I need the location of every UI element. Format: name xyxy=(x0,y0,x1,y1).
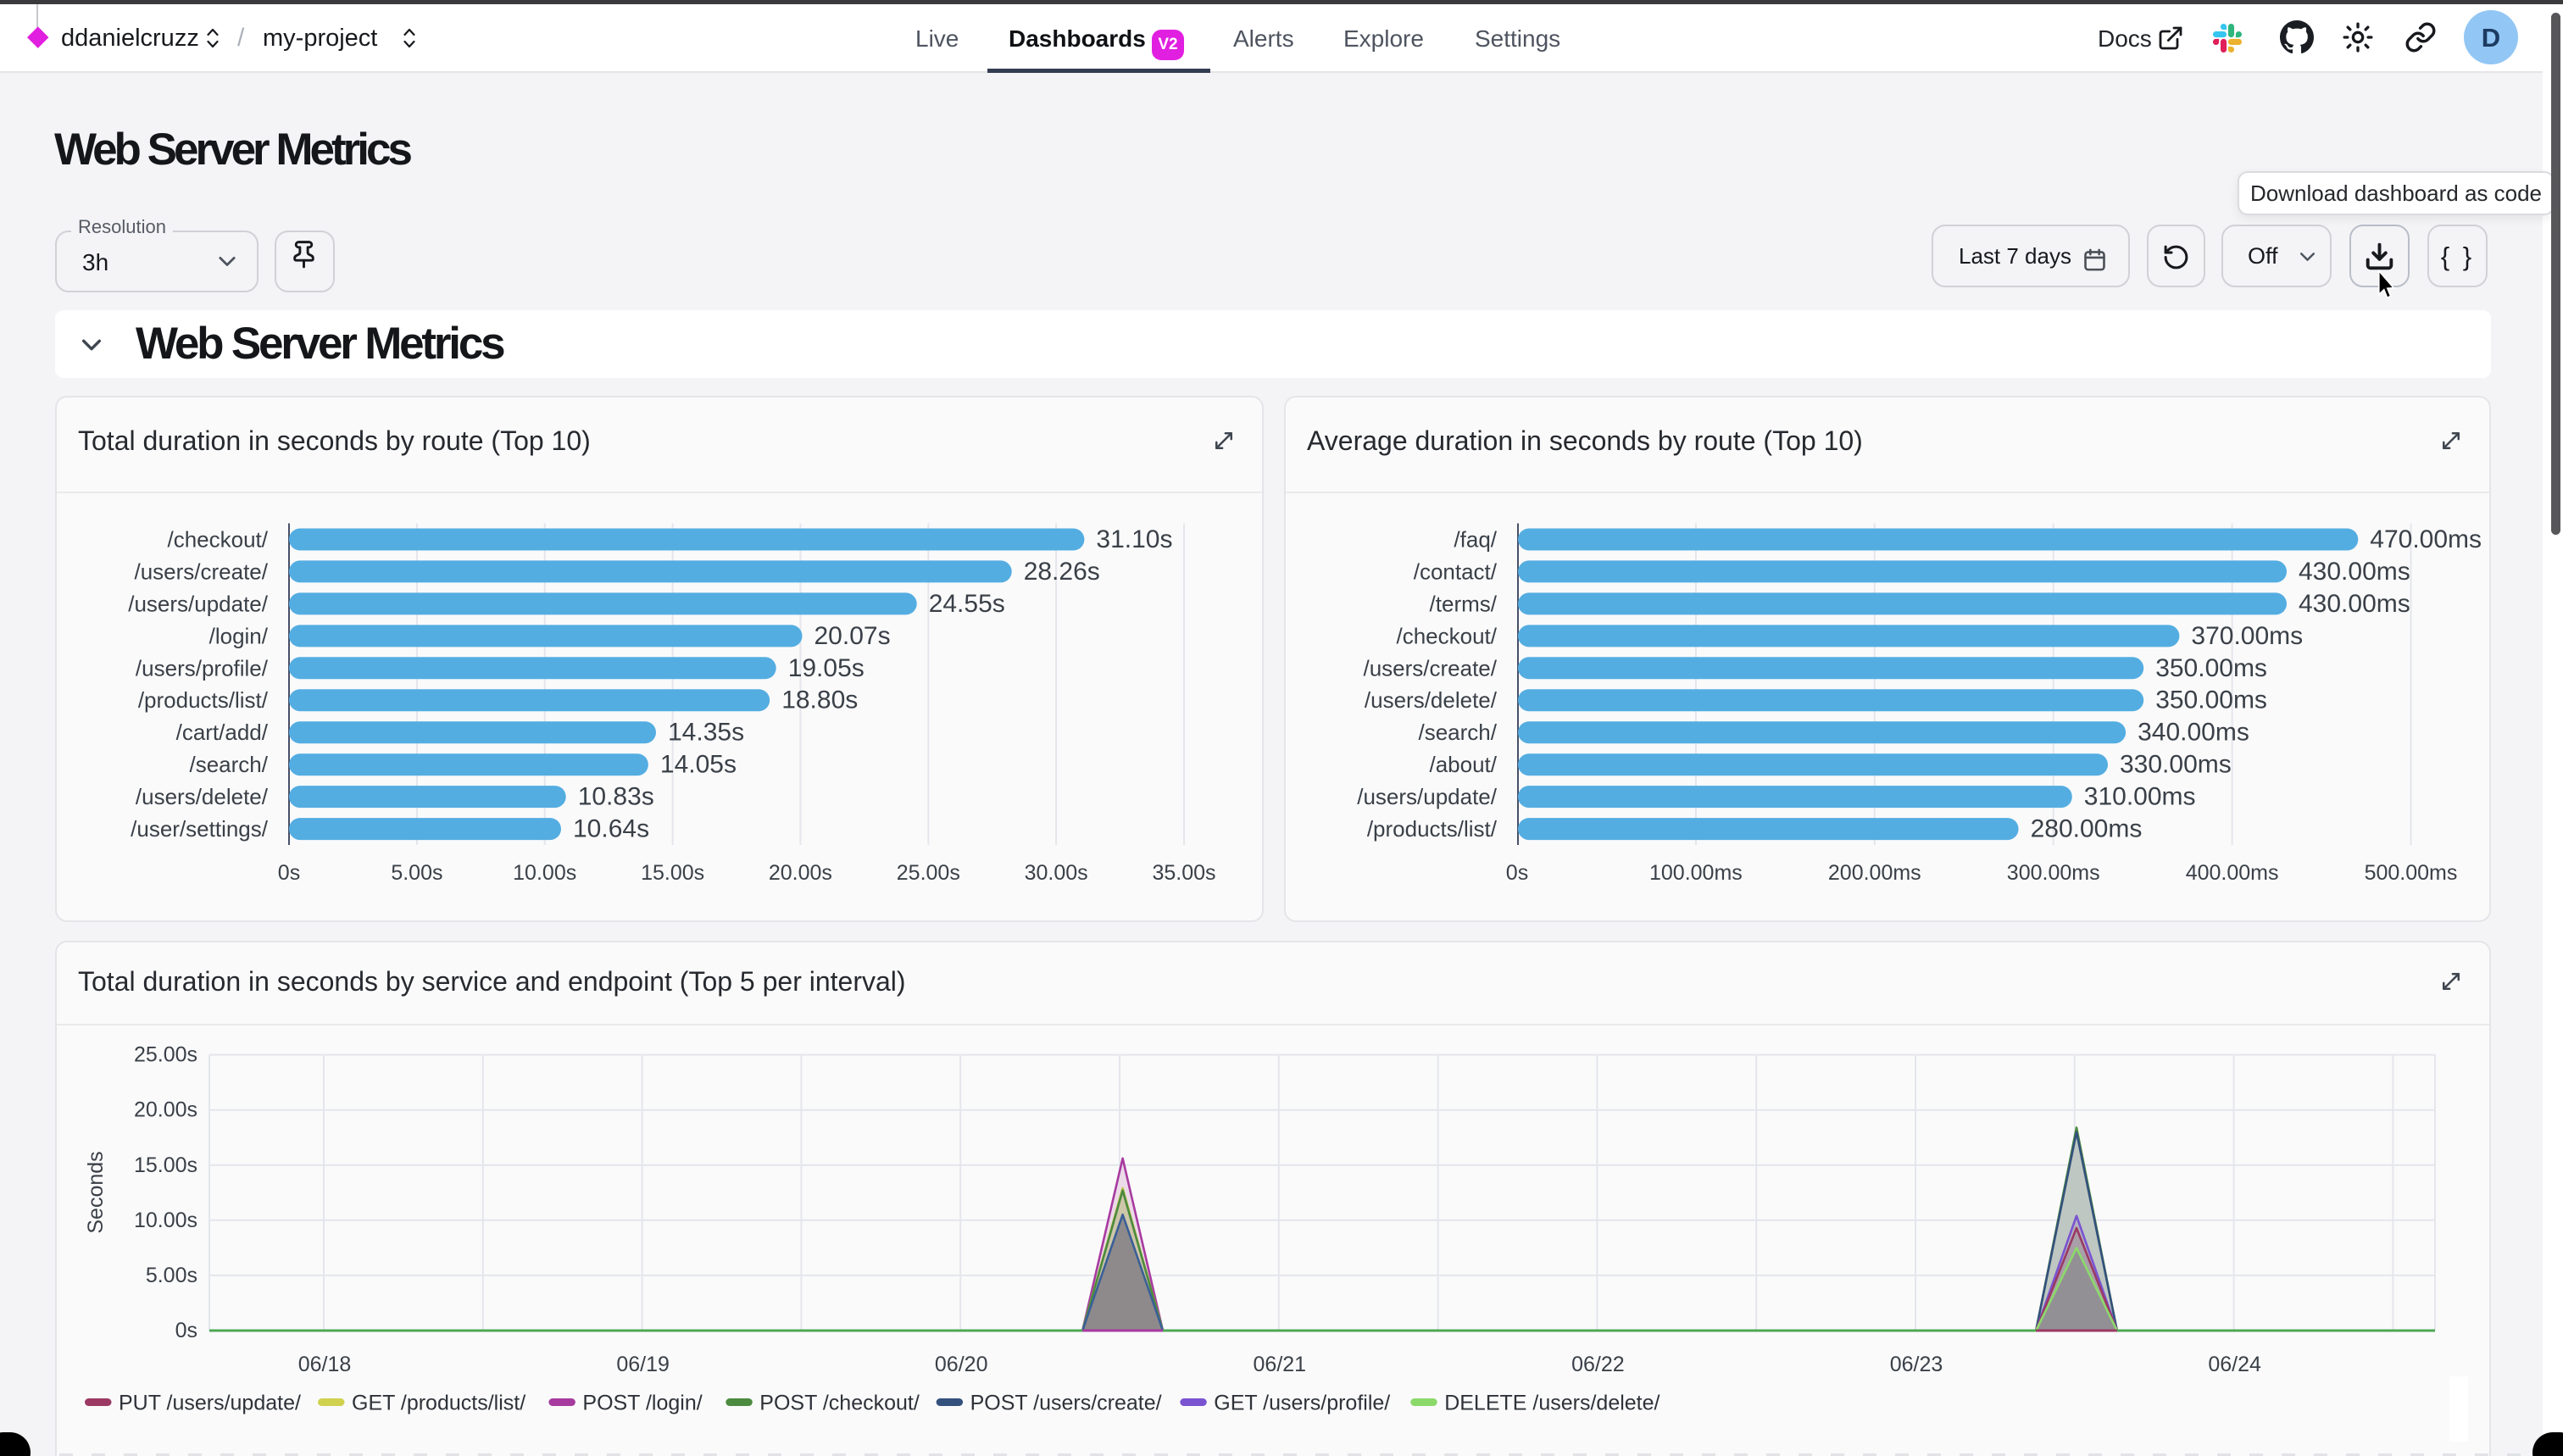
svg-text:200.00ms: 200.00ms xyxy=(1828,861,1921,885)
svg-text:06/24: 06/24 xyxy=(2208,1353,2261,1376)
svg-text:25.00s: 25.00s xyxy=(134,1043,197,1067)
svg-text:350.00ms: 350.00ms xyxy=(2155,654,2267,682)
svg-text:/users/delete/: /users/delete/ xyxy=(136,784,269,809)
svg-text:/about/: /about/ xyxy=(1429,752,1497,777)
svg-text:31.10s: 31.10s xyxy=(1096,525,1172,553)
svg-text:370.00ms: 370.00ms xyxy=(2191,622,2303,650)
svg-text:/checkout/: /checkout/ xyxy=(1396,623,1497,648)
svg-text:100.00ms: 100.00ms xyxy=(1649,861,1743,885)
svg-text:/terms/: /terms/ xyxy=(1430,591,1498,616)
svg-text:/users/create/: /users/create/ xyxy=(1363,655,1497,681)
svg-text:/users/profile/: /users/profile/ xyxy=(136,655,269,681)
svg-text:430.00ms: 430.00ms xyxy=(2299,558,2410,586)
svg-text:310.00ms: 310.00ms xyxy=(2084,783,2196,811)
svg-text:24.55s: 24.55s xyxy=(929,590,1005,618)
svg-text:/users/create/: /users/create/ xyxy=(134,559,268,584)
svg-text:330.00ms: 330.00ms xyxy=(2120,751,2232,779)
svg-text:/users/delete/: /users/delete/ xyxy=(1365,687,1498,713)
svg-text:5.00s: 5.00s xyxy=(146,1264,197,1287)
svg-text:06/20: 06/20 xyxy=(935,1353,988,1376)
svg-text:/checkout/: /checkout/ xyxy=(167,527,268,553)
svg-text:14.05s: 14.05s xyxy=(660,751,737,779)
svg-text:POST /login/: POST /login/ xyxy=(582,1392,702,1415)
svg-text:10.64s: 10.64s xyxy=(573,815,649,843)
svg-text:340.00ms: 340.00ms xyxy=(2138,719,2249,747)
svg-text:Seconds: Seconds xyxy=(84,1151,108,1233)
svg-text:/search/: /search/ xyxy=(1419,720,1498,745)
svg-text:06/19: 06/19 xyxy=(616,1353,670,1376)
svg-text:14.35s: 14.35s xyxy=(668,719,744,747)
svg-text:/login/: /login/ xyxy=(209,623,269,648)
svg-text:06/18: 06/18 xyxy=(298,1353,352,1376)
svg-text:5.00s: 5.00s xyxy=(391,861,442,885)
svg-text:20.00s: 20.00s xyxy=(134,1098,197,1122)
svg-text:PUT /users/update/: PUT /users/update/ xyxy=(119,1392,301,1415)
svg-text:350.00ms: 350.00ms xyxy=(2155,686,2267,714)
svg-text:10.00s: 10.00s xyxy=(513,861,576,885)
svg-text:/users/update/: /users/update/ xyxy=(1357,784,1498,809)
svg-text:300.00ms: 300.00ms xyxy=(2007,861,2100,885)
svg-text:28.26s: 28.26s xyxy=(1024,558,1100,586)
svg-text:30.00s: 30.00s xyxy=(1025,861,1088,885)
svg-text:19.05s: 19.05s xyxy=(788,654,865,682)
svg-text:POST /checkout/: POST /checkout/ xyxy=(759,1392,920,1415)
svg-text:06/22: 06/22 xyxy=(1571,1353,1625,1376)
svg-text:06/21: 06/21 xyxy=(1254,1353,1307,1376)
svg-text:15.00s: 15.00s xyxy=(134,1153,197,1177)
svg-text:20.07s: 20.07s xyxy=(814,622,891,650)
svg-text:DELETE /users/delete/: DELETE /users/delete/ xyxy=(1444,1392,1660,1415)
svg-text:/contact/: /contact/ xyxy=(1414,559,1498,584)
svg-text:/products/list/: /products/list/ xyxy=(1367,816,1498,842)
svg-text:GET /users/profile/: GET /users/profile/ xyxy=(1214,1392,1390,1415)
svg-text:400.00ms: 400.00ms xyxy=(2186,861,2279,885)
svg-text:/users/update/: /users/update/ xyxy=(128,591,269,616)
svg-text:25.00s: 25.00s xyxy=(897,861,960,885)
svg-text:18.80s: 18.80s xyxy=(781,686,858,714)
svg-text:10.83s: 10.83s xyxy=(578,783,654,811)
svg-text:0s: 0s xyxy=(278,861,300,885)
svg-text:/faq/: /faq/ xyxy=(1454,527,1497,553)
svg-text:15.00s: 15.00s xyxy=(641,861,704,885)
svg-text:470.00ms: 470.00ms xyxy=(2370,525,2482,553)
svg-text:/cart/add/: /cart/add/ xyxy=(176,720,269,745)
svg-text:35.00s: 35.00s xyxy=(1152,861,1215,885)
svg-text:20.00s: 20.00s xyxy=(769,861,832,885)
svg-text:280.00ms: 280.00ms xyxy=(2031,815,2143,843)
svg-text:GET /products/list/: GET /products/list/ xyxy=(352,1392,525,1415)
svg-text:430.00ms: 430.00ms xyxy=(2299,590,2410,618)
svg-text:/products/list/: /products/list/ xyxy=(138,687,269,713)
svg-text:POST /users/create/: POST /users/create/ xyxy=(970,1392,1162,1415)
svg-text:/user/settings/: /user/settings/ xyxy=(131,816,269,842)
svg-text:0s: 0s xyxy=(1506,861,1528,885)
svg-text:0s: 0s xyxy=(175,1319,197,1342)
svg-text:10.00s: 10.00s xyxy=(134,1209,197,1232)
svg-text:06/23: 06/23 xyxy=(1890,1353,1943,1376)
svg-text:/search/: /search/ xyxy=(190,752,269,777)
svg-text:500.00ms: 500.00ms xyxy=(2365,861,2458,885)
